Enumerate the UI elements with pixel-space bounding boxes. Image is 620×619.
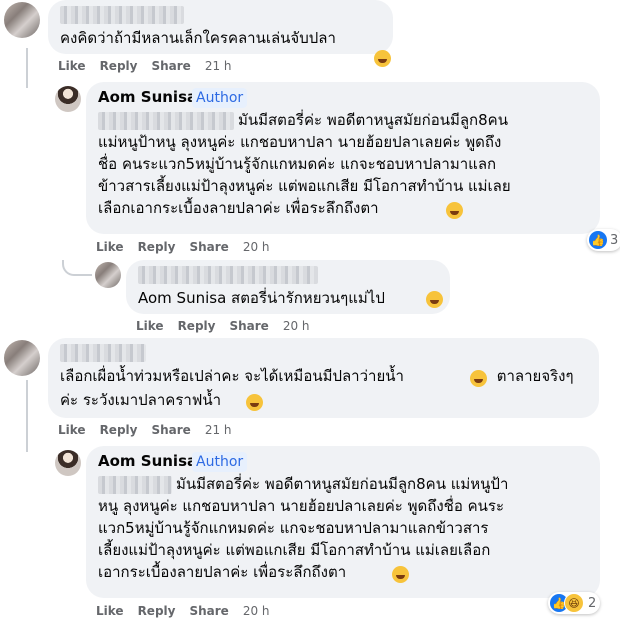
blurred-author-name bbox=[138, 266, 318, 284]
avatar[interactable] bbox=[95, 262, 121, 288]
author-name[interactable]: Aom Sunisa bbox=[98, 88, 197, 106]
comment-text-line: ค่ะ ระวังเมาปลาคราฟน้ำ bbox=[60, 391, 222, 409]
laughing-emoji-icon bbox=[446, 202, 463, 219]
share-button[interactable]: Share bbox=[151, 59, 190, 73]
author-badge: Author bbox=[192, 88, 248, 108]
blurred-mention bbox=[98, 476, 172, 494]
blurred-author-name bbox=[60, 344, 146, 362]
comment-bubble: Aom Sunisa Author มันมีสตอรี่ค่ะ พอดีตาห… bbox=[86, 82, 600, 234]
reaction-summary[interactable]: 👍 3 bbox=[587, 229, 620, 251]
comment-text-line: แวก5หมู่บ้านรู้จักแกหมดค่ะ แกจะชอบหาปลาม… bbox=[98, 519, 489, 537]
comment-text-line: ตาลายจริงๆ bbox=[492, 367, 574, 385]
avatar[interactable] bbox=[55, 450, 81, 476]
avatar[interactable] bbox=[55, 86, 81, 112]
reply-button[interactable]: Reply bbox=[100, 59, 138, 73]
like-button[interactable]: Like bbox=[58, 423, 86, 437]
like-button[interactable]: Like bbox=[96, 240, 124, 254]
blurred-author-name bbox=[60, 6, 184, 24]
comment-actions: Like Reply Share 21 h bbox=[58, 59, 246, 73]
comment-text-line: เลือกเอากระเบื้องลายปลาค่ะ เพื่อระลึกถึง… bbox=[98, 199, 379, 217]
comment-actions: Like Reply Share 20 h bbox=[96, 604, 284, 618]
laughing-emoji-icon bbox=[426, 291, 443, 308]
comment-bubble: Aom Sunisa สตอรี่น่ารักหยวนๆแม่ไป bbox=[126, 260, 450, 314]
reaction-count: 3 bbox=[610, 232, 619, 248]
thread-line bbox=[26, 48, 28, 88]
laughing-emoji-icon bbox=[374, 50, 391, 67]
comment-time[interactable]: 20 h bbox=[243, 240, 270, 254]
author-name[interactable]: Aom Sunisa bbox=[98, 452, 197, 470]
comment-time[interactable]: 21 h bbox=[205, 423, 232, 437]
thread-line bbox=[26, 380, 28, 452]
comment-bubble: Aom Sunisa Author มันมีสตอรี่ค่ะ พอดีตาห… bbox=[86, 446, 600, 598]
comment-bubble: เลือกเผื่อน้ำท่วมหรือเปล่าคะ จะได้เหมือน… bbox=[48, 338, 599, 418]
share-button[interactable]: Share bbox=[229, 319, 268, 333]
like-button[interactable]: Like bbox=[96, 604, 124, 618]
reply-button[interactable]: Reply bbox=[100, 423, 138, 437]
avatar[interactable] bbox=[4, 2, 40, 38]
comment-text-line: ข้าวสารเลี้ยงแม่ป้าลุงหนูค่ะ แต่พอแกเสีย… bbox=[98, 177, 511, 195]
comment-time[interactable]: 21 h bbox=[205, 59, 232, 73]
comment-actions: Like Reply Share 20 h bbox=[136, 319, 324, 333]
reply-button[interactable]: Reply bbox=[138, 604, 176, 618]
avatar[interactable] bbox=[4, 340, 40, 376]
comment-time[interactable]: 20 h bbox=[283, 319, 310, 333]
laughing-emoji-icon bbox=[246, 394, 263, 411]
like-button[interactable]: Like bbox=[136, 319, 164, 333]
comment-text-line: มันมีสตอรี่ค่ะ พอดีตาหนูสมัยก่อนมีลูก8คน… bbox=[176, 475, 509, 493]
share-button[interactable]: Share bbox=[151, 423, 190, 437]
reaction-count: 2 bbox=[588, 595, 597, 611]
comment-text: คงคิดว่าถ้ามีหลานเล็กใครคลานเล่นจับปลา bbox=[60, 29, 336, 47]
share-button[interactable]: Share bbox=[189, 604, 228, 618]
comment-text-line: ชื่อ คนระแวก5หมู่บ้านรู้จักแกหมดค่ะ แกจะ… bbox=[98, 155, 497, 173]
comment-text-line: หนู ลุงหนูค่ะ แกชอบหาปลา นายฮ้อยปลาเลยค่… bbox=[98, 497, 505, 515]
reply-button[interactable]: Reply bbox=[178, 319, 216, 333]
author-badge: Author bbox=[192, 452, 248, 472]
comment-time[interactable]: 20 h bbox=[243, 604, 270, 618]
share-button[interactable]: Share bbox=[189, 240, 228, 254]
comment-actions: Like Reply Share 21 h bbox=[58, 423, 246, 437]
like-button[interactable]: Like bbox=[58, 59, 86, 73]
comment-text-line: แม่หนูป้าหนู ลุงหนูค่ะ แกชอบหาปลา นายฮ้อ… bbox=[98, 133, 502, 151]
comment-text-line: เลี้ยงแม่ป้าลุงหนูค่ะ แต่พอแกเสีย มีโอกา… bbox=[98, 541, 491, 559]
comment-text-line: เลือกเผื่อน้ำท่วมหรือเปล่าคะ จะได้เหมือน… bbox=[60, 367, 404, 385]
comment-text-line: เอากระเบื้องลายปลาค่ะ เพื่อระลึกถึงตา bbox=[98, 563, 347, 581]
like-reaction-icon: 👍 bbox=[589, 231, 607, 249]
comment-actions: Like Reply Share 20 h bbox=[96, 240, 284, 254]
blurred-mention bbox=[98, 112, 234, 130]
reply-button[interactable]: Reply bbox=[138, 240, 176, 254]
laughing-emoji-icon bbox=[392, 566, 409, 583]
laughing-emoji-icon bbox=[470, 370, 487, 387]
haha-reaction-icon: 😆 bbox=[564, 593, 584, 613]
comment-text-line: มันมีสตอรี่ค่ะ พอดีตาหนูสมัยก่อนมีลูก8คน bbox=[238, 111, 508, 129]
reaction-summary[interactable]: 👍 😆 2 bbox=[548, 592, 601, 614]
comment-bubble: คงคิดว่าถ้ามีหลานเล็กใครคลานเล่นจับปลา bbox=[48, 0, 393, 67]
thread-curve bbox=[62, 260, 92, 276]
comment-text: Aom Sunisa สตอรี่น่ารักหยวนๆแม่ไป bbox=[138, 289, 385, 307]
